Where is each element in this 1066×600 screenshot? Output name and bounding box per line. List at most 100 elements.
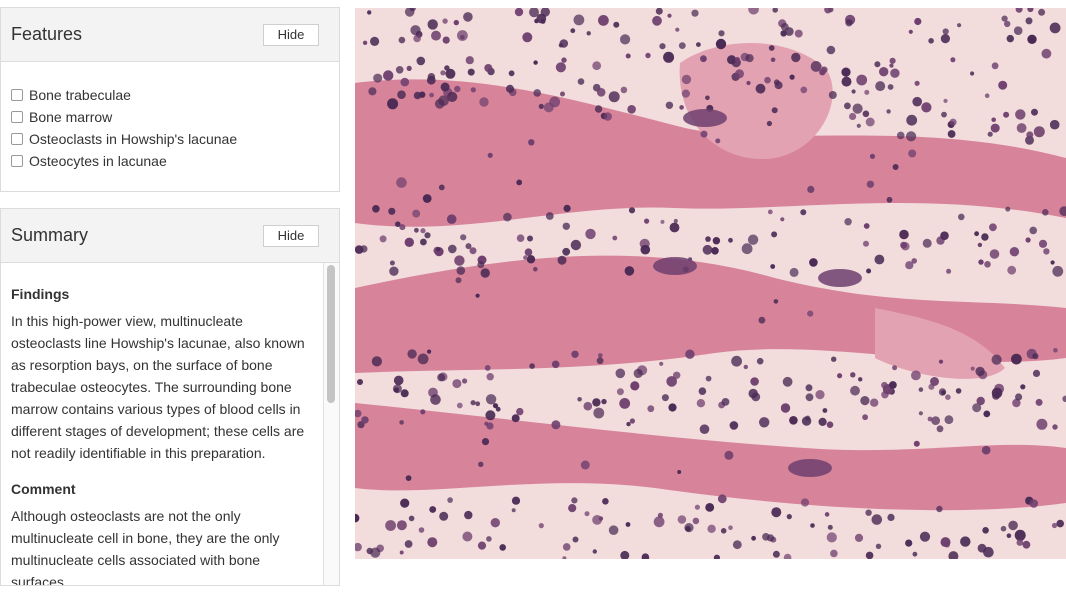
marrow-cell-nucleus (1022, 540, 1031, 549)
marrow-cell-nucleus (533, 266, 538, 272)
marrow-cell-nucleus (410, 25, 421, 36)
feature-item-bone-trabeculae[interactable]: Bone trabeculae (11, 84, 329, 106)
marrow-cell-nucleus (389, 260, 395, 266)
marrow-cell-nucleus (555, 62, 566, 73)
marrow-cell-nucleus (397, 90, 406, 99)
marrow-cell-nucleus (419, 91, 426, 98)
marrow-cell-nucleus (789, 74, 795, 80)
marrow-cell-nucleus (1056, 519, 1064, 528)
marrow-cell-nucleus (892, 365, 898, 371)
marrow-cell-nucleus (844, 102, 851, 110)
marrow-cell-nucleus (732, 540, 742, 550)
marrow-cell-nucleus (771, 231, 778, 238)
marrow-cell-nucleus (982, 527, 989, 534)
marrow-cell-nucleus (991, 117, 996, 123)
bone-marrow-checkbox[interactable] (11, 111, 23, 123)
marrow-cell-nucleus (681, 89, 690, 98)
marrow-cell-nucleus (810, 523, 815, 528)
marrow-cell-nucleus (677, 515, 687, 524)
marrow-cell-nucleus (629, 418, 635, 424)
summary-hide-button[interactable]: Hide (263, 224, 319, 247)
marrow-cell-nucleus (912, 551, 918, 557)
marrow-cell-nucleus (427, 349, 432, 354)
marrow-cell-nucleus (440, 82, 450, 92)
marrow-cell-nucleus (427, 73, 436, 81)
osteoclast (818, 269, 862, 287)
marrow-cell-nucleus (978, 259, 984, 265)
marrow-cell-nucleus (508, 70, 515, 77)
marrow-cell-nucleus (756, 357, 764, 365)
marrow-cell-nucleus (484, 365, 491, 371)
marrow-cell-nucleus (928, 383, 935, 390)
marrow-cell-nucleus (511, 508, 516, 513)
marrow-cell-nucleus (429, 92, 434, 98)
marrow-cell-nucleus (1052, 424, 1058, 430)
marrow-cell-nucleus (452, 379, 462, 389)
marrow-cell-nucleus (831, 356, 837, 362)
marrow-cell-nucleus (748, 388, 758, 399)
marrow-cell-nucleus (503, 212, 512, 222)
marrow-cell-nucleus (759, 417, 770, 428)
marrow-cell-nucleus (729, 421, 739, 430)
feature-item-osteoclasts[interactable]: Osteoclasts in Howship's lacunae (11, 128, 329, 150)
marrow-cell-nucleus (360, 245, 368, 253)
marrow-cell-nucleus (420, 238, 427, 246)
feature-label: Osteoclasts in Howship's lacunae (29, 131, 238, 147)
summary-scrollbar[interactable] (323, 263, 339, 585)
marrow-cell-nucleus (705, 236, 711, 242)
marrow-cell-nucleus (886, 109, 891, 114)
marrow-cell-nucleus (562, 222, 570, 230)
marrow-cell-nucleus (420, 228, 426, 234)
marrow-cell-nucleus (677, 470, 682, 474)
marrow-cell-nucleus (981, 233, 989, 241)
marrow-cell-nucleus (905, 539, 913, 547)
marrow-cell-nucleus (506, 84, 514, 93)
marrow-cell-nucleus (490, 518, 500, 528)
marrow-cell-nucleus (901, 242, 910, 251)
summary-scroll-thumb[interactable] (327, 265, 335, 403)
feature-item-osteocytes[interactable]: Osteocytes in lacunae (11, 150, 329, 172)
marrow-cell-nucleus (486, 422, 494, 430)
marrow-cell-nucleus (942, 28, 949, 35)
feature-item-bone-marrow[interactable]: Bone marrow (11, 106, 329, 128)
marrow-cell-nucleus (592, 515, 602, 525)
marrow-cell-nucleus (1003, 111, 1010, 118)
marrow-cell-nucleus (430, 394, 441, 405)
marrow-cell-nucleus (822, 408, 828, 413)
marrow-cell-nucleus (991, 387, 1003, 399)
marrow-cell-nucleus (447, 497, 453, 503)
osteoclasts-checkbox[interactable] (11, 133, 23, 145)
marrow-cell-nucleus (612, 235, 618, 241)
marrow-cell-nucleus (1036, 418, 1048, 430)
marrow-cell-nucleus (543, 102, 554, 113)
marrow-cell-nucleus (406, 65, 412, 71)
marrow-cell-nucleus (875, 81, 886, 92)
marrow-cell-nucleus (818, 417, 827, 426)
marrow-cell-nucleus (940, 34, 951, 44)
marrow-cell-nucleus (700, 130, 708, 138)
marrow-cell-nucleus (936, 425, 944, 433)
marrow-cell-nucleus (385, 520, 396, 531)
marrow-cell-nucleus (918, 411, 924, 416)
marrow-cell-nucleus (771, 507, 782, 518)
osteocytes-checkbox[interactable] (11, 155, 23, 167)
marrow-cell-nucleus (906, 131, 917, 142)
marrow-cell-nucleus (679, 105, 684, 110)
marrow-cell-nucleus (668, 403, 677, 412)
marrow-cell-nucleus (367, 10, 372, 15)
marrow-cell-nucleus (826, 45, 836, 55)
marrow-cell-nucleus (620, 34, 631, 45)
marrow-cell-nucleus (717, 494, 727, 504)
marrow-cell-nucleus (627, 105, 636, 114)
marrow-cell-nucleus (911, 370, 921, 381)
bone-trabeculae-checkbox[interactable] (11, 89, 23, 101)
marrow-cell-nucleus (616, 388, 624, 396)
marrow-cell-nucleus (721, 398, 730, 406)
marrow-cell-nucleus (560, 91, 565, 97)
features-hide-button[interactable]: Hide (263, 23, 319, 46)
marrow-cell-nucleus (1043, 248, 1050, 255)
feature-label: Bone marrow (29, 109, 113, 125)
marrow-cell-nucleus (771, 107, 778, 114)
marrow-cell-nucleus (773, 299, 779, 304)
marrow-cell-nucleus (633, 368, 643, 378)
